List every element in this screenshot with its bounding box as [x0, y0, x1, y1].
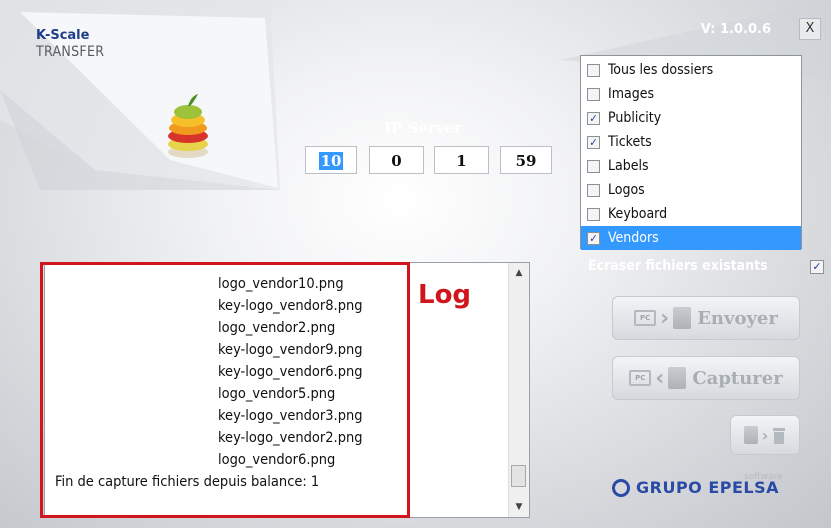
folder-label: Labels — [608, 158, 649, 174]
checkbox-checked[interactable] — [587, 135, 600, 149]
trash-icon — [773, 428, 786, 444]
scroll-thumb[interactable] — [511, 465, 526, 487]
scale-icon — [743, 426, 758, 444]
brand-logo: GRUPO EPELSA — [612, 478, 779, 497]
app-window: K-Scale TRANSFER V: 1.0.0.6 X IP Server … — [0, 0, 831, 528]
ip-server-label: IP Server — [384, 119, 462, 137]
folder-label: Images — [608, 86, 655, 102]
folder-label: Vendors — [608, 230, 659, 246]
fruit-logo-icon — [168, 94, 208, 158]
scroll-down-icon[interactable]: ▼ — [509, 497, 529, 517]
checkbox[interactable] — [587, 183, 600, 197]
capture-label: Capturer — [692, 367, 783, 389]
ip-octet-3[interactable]: 1 — [434, 146, 489, 174]
delete-on-scale-button[interactable]: › — [730, 415, 800, 455]
app-subtitle: TRANSFER — [36, 44, 105, 60]
folder-item-keyboard[interactable]: Keyboard — [581, 202, 801, 226]
arrow-left-icon: ‹ — [655, 365, 665, 391]
version-label: V: 1.0.0.6 — [700, 22, 771, 37]
log-scrollbar[interactable]: ▲ ▼ — [508, 263, 529, 517]
overwrite-label: Ecraser fichiers existants — [588, 258, 768, 274]
checkbox-checked[interactable] — [587, 231, 600, 245]
scale-icon — [673, 307, 692, 329]
folder-label: Logos — [608, 182, 645, 198]
checkbox[interactable] — [587, 207, 600, 221]
overwrite-checkbox[interactable]: ✓ — [810, 260, 824, 274]
log-highlight-frame — [40, 262, 410, 518]
folder-label: Tous les dossiers — [608, 62, 714, 78]
capture-button[interactable]: PC ‹ Capturer — [612, 356, 800, 400]
app-name: K-Scale — [36, 28, 90, 43]
folder-label: Keyboard — [608, 206, 668, 222]
brand-name: GRUPO EPELSA — [636, 478, 780, 497]
ip-octet-4[interactable]: 59 — [500, 146, 552, 174]
folder-item-all[interactable]: Tous les dossiers — [581, 58, 801, 82]
pc-icon: PC — [634, 310, 657, 326]
folder-checklist[interactable]: Tous les dossiers Images Publicity Ticke… — [580, 55, 802, 250]
checkbox-checked[interactable] — [587, 111, 600, 125]
folder-item-logos[interactable]: Logos — [581, 178, 801, 202]
folder-item-images[interactable]: Images — [581, 82, 801, 106]
brand-icon — [612, 478, 630, 497]
log-annotation: Log — [418, 280, 472, 310]
pc-icon: PC — [629, 370, 652, 386]
ip-octet-1[interactable]: 10 — [305, 146, 357, 174]
checkbox[interactable] — [587, 63, 600, 77]
folder-item-labels[interactable]: Labels — [581, 154, 801, 178]
checkbox[interactable] — [587, 159, 600, 173]
folder-label: Publicity — [608, 110, 662, 126]
scroll-up-icon[interactable]: ▲ — [509, 263, 529, 283]
folder-item-publicity[interactable]: Publicity — [581, 106, 801, 130]
scale-icon — [668, 367, 687, 389]
folder-item-tickets[interactable]: Tickets — [581, 130, 801, 154]
close-button[interactable]: X — [799, 18, 821, 40]
arrow-right-icon: › — [761, 425, 769, 445]
arrow-right-icon: › — [660, 305, 670, 331]
checkbox[interactable] — [587, 87, 600, 101]
send-button[interactable]: PC › Envoyer — [612, 296, 800, 340]
send-label: Envoyer — [697, 307, 778, 329]
ip-octet-2[interactable]: 0 — [369, 146, 424, 174]
folder-item-vendors[interactable]: Vendors — [581, 226, 801, 250]
folder-label: Tickets — [608, 134, 652, 150]
